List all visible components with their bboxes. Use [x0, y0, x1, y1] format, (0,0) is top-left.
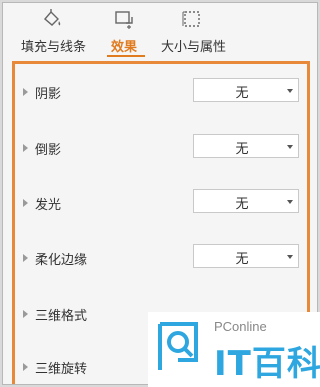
glow-dropdown[interactable]: 无	[193, 189, 299, 213]
reflection-row: 倒影 无	[23, 134, 307, 164]
reflection-label[interactable]: 倒影	[35, 139, 61, 158]
dropdown-value: 无	[235, 86, 249, 101]
expand-arrow-icon[interactable]	[23, 254, 28, 262]
rotation-3d-label[interactable]: 三维旋转	[35, 358, 87, 377]
expand-arrow-icon[interactable]	[23, 144, 28, 152]
glow-label[interactable]: 发光	[35, 194, 61, 213]
active-tab-indicator	[107, 55, 145, 57]
tab-fill-and-line[interactable]: 填充与线条	[17, 3, 103, 57]
soft-edges-dropdown[interactable]: 无	[193, 244, 299, 268]
soft-edges-label[interactable]: 柔化边缘	[35, 249, 87, 268]
chevron-down-icon	[287, 200, 293, 204]
tab-size-and-properties[interactable]: 大小与属性	[161, 3, 237, 57]
pconline-logo-icon	[158, 322, 198, 370]
watermark-name: IT百科	[214, 344, 320, 384]
pconline-watermark: PConline IT百科	[148, 312, 320, 387]
shadow-row: 阴影 无	[23, 78, 307, 108]
shadow-dropdown[interactable]: 无	[193, 78, 299, 102]
tab-effects[interactable]: 效果	[107, 3, 147, 57]
glow-row: 发光 无	[23, 189, 307, 219]
expand-arrow-icon[interactable]	[23, 363, 28, 371]
tab-label: 大小与属性	[161, 40, 227, 55]
dropdown-value: 无	[235, 197, 249, 212]
chevron-down-icon	[287, 145, 293, 149]
format-3d-label[interactable]: 三维格式	[35, 305, 87, 324]
reflection-dropdown[interactable]: 无	[193, 134, 299, 158]
format-tabs: 填充与线条 效果 大小与属性	[3, 3, 317, 59]
effects-icon	[115, 11, 133, 29]
expand-arrow-icon[interactable]	[23, 88, 28, 96]
tab-label: 效果	[111, 40, 138, 55]
tab-label: 填充与线条	[21, 40, 87, 55]
shadow-label[interactable]: 阴影	[35, 83, 61, 102]
expand-arrow-icon[interactable]	[23, 199, 28, 207]
expand-arrow-icon[interactable]	[23, 310, 28, 318]
dropdown-value: 无	[235, 252, 249, 267]
fill-bucket-icon	[44, 9, 61, 26]
chevron-down-icon	[287, 255, 293, 259]
chevron-down-icon	[287, 89, 293, 93]
watermark-brand: PConline	[214, 319, 267, 334]
soft-edges-row: 柔化边缘 无	[23, 244, 307, 274]
dropdown-value: 无	[235, 142, 249, 157]
size-properties-icon	[182, 11, 200, 27]
